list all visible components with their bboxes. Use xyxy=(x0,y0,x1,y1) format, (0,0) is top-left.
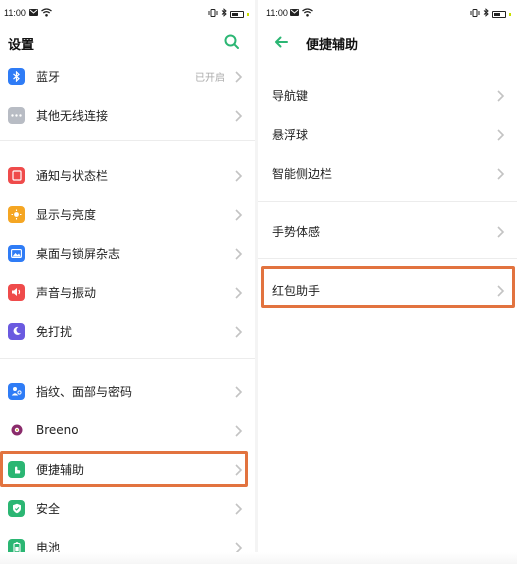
fingerprint-icon xyxy=(8,382,25,400)
settings-item-fingerprint[interactable]: 指纹、面部与密码 xyxy=(0,372,255,410)
chevron-right-icon xyxy=(233,69,243,83)
settings-item-label: 指纹、面部与密码 xyxy=(36,384,133,399)
settings-item-label: 桌面与锁屏杂志 xyxy=(36,246,121,261)
settings-item-label: 声音与振动 xyxy=(36,285,97,300)
convenient-assist-screen: 11:00 便捷辅助 导航键 悬浮球 智能侧边栏 手势体感 红包助手 xyxy=(258,0,517,564)
settings-item-notification[interactable]: 通知与状态栏 xyxy=(0,156,255,194)
assist-item-red-packet-helper[interactable]: 红包助手 xyxy=(258,271,517,309)
assist-item-floating-ball[interactable]: 悬浮球 xyxy=(258,115,517,153)
assist-item-gestures[interactable]: 手势体感 xyxy=(258,212,517,250)
bluetooth-icon xyxy=(8,67,25,85)
moon-icon xyxy=(8,322,25,340)
assist-icon xyxy=(8,460,25,478)
bottom-fade xyxy=(0,552,517,564)
chevron-right-icon xyxy=(233,384,243,398)
status-time: 11:00 xyxy=(4,8,26,18)
settings-item-convenient-assist[interactable]: 便捷辅助 xyxy=(0,450,255,488)
settings-item-other-wireless[interactable]: 其他无线连接 xyxy=(0,96,255,134)
notification-icon xyxy=(8,166,25,184)
page-title: 设置 xyxy=(8,38,35,53)
message-icon xyxy=(29,9,38,19)
vibrate-icon xyxy=(208,8,218,20)
wifi-icon xyxy=(41,8,52,20)
settings-item-wallpaper[interactable]: 桌面与锁屏杂志 xyxy=(0,234,255,272)
chevron-right-icon xyxy=(233,108,243,122)
section-divider xyxy=(258,201,517,202)
settings-item-label: 显示与亮度 xyxy=(36,207,97,222)
battery-status-icon xyxy=(230,10,244,18)
wallpaper-icon xyxy=(8,244,25,262)
settings-screen: 11:00 设置 蓝牙 已开启 其他无线连接 通知与状态栏 显示与亮度 桌面与锁… xyxy=(0,0,255,564)
vibrate-icon xyxy=(470,8,480,20)
assist-item-label: 手势体感 xyxy=(272,224,321,239)
chevron-right-icon xyxy=(233,501,243,515)
bluetooth-status-icon xyxy=(483,8,489,20)
settings-item-bluetooth[interactable]: 蓝牙 已开启 xyxy=(0,57,255,95)
settings-item-sound[interactable]: 声音与振动 xyxy=(0,273,255,311)
assist-item-label: 导航键 xyxy=(272,88,309,103)
wifi-icon xyxy=(302,8,313,20)
brightness-icon xyxy=(8,205,25,223)
shield-icon xyxy=(8,499,25,517)
chevron-right-icon xyxy=(495,88,505,102)
assist-item-smart-sidebar[interactable]: 智能侧边栏 xyxy=(258,154,517,192)
page-title: 便捷辅助 xyxy=(306,38,359,53)
section-divider xyxy=(0,140,255,141)
settings-header: 设置 xyxy=(0,30,255,56)
settings-item-label: Breeno xyxy=(36,423,79,437)
settings-item-breeno[interactable]: Breeno xyxy=(0,411,255,449)
sound-icon xyxy=(8,283,25,301)
section-divider xyxy=(258,258,517,259)
chevron-right-icon xyxy=(495,283,505,297)
settings-item-label: 其他无线连接 xyxy=(36,108,109,123)
breeno-icon xyxy=(8,422,25,439)
bluetooth-status-value: 已开启 xyxy=(195,72,225,84)
settings-item-label: 蓝牙 xyxy=(36,69,61,84)
settings-item-do-not-disturb[interactable]: 免打扰 xyxy=(0,312,255,350)
chevron-right-icon xyxy=(495,127,505,141)
assist-item-navigation-keys[interactable]: 导航键 xyxy=(258,76,517,114)
chevron-right-icon xyxy=(233,285,243,299)
chevron-right-icon xyxy=(495,224,505,238)
chevron-right-icon xyxy=(233,168,243,182)
settings-item-security[interactable]: 安全 xyxy=(0,489,255,527)
settings-item-label: 便捷辅助 xyxy=(36,462,85,477)
bluetooth-status-icon xyxy=(221,8,227,20)
chevron-right-icon xyxy=(233,246,243,260)
battery-status-icon xyxy=(492,10,506,18)
settings-item-label: 通知与状态栏 xyxy=(36,168,109,183)
chevron-right-icon xyxy=(233,462,243,476)
chevron-right-icon xyxy=(495,166,505,180)
assist-item-label: 红包助手 xyxy=(272,283,321,298)
status-time: 11:00 xyxy=(266,8,288,18)
assist-header: 便捷辅助 xyxy=(258,30,517,56)
message-icon xyxy=(290,9,299,19)
chevron-right-icon xyxy=(233,324,243,338)
settings-item-display[interactable]: 显示与亮度 xyxy=(0,195,255,233)
chevron-right-icon xyxy=(233,207,243,221)
assist-item-label: 智能侧边栏 xyxy=(272,166,333,181)
assist-item-label: 悬浮球 xyxy=(272,127,309,142)
status-bar: 11:00 xyxy=(0,6,255,22)
section-divider xyxy=(0,358,255,359)
dots-icon xyxy=(8,106,25,124)
chevron-right-icon xyxy=(233,423,243,437)
settings-item-label: 安全 xyxy=(36,501,61,516)
status-bar: 11:00 xyxy=(258,6,517,22)
back-arrow-icon[interactable] xyxy=(272,33,290,51)
settings-item-label: 免打扰 xyxy=(36,324,73,339)
search-icon[interactable] xyxy=(223,33,241,51)
